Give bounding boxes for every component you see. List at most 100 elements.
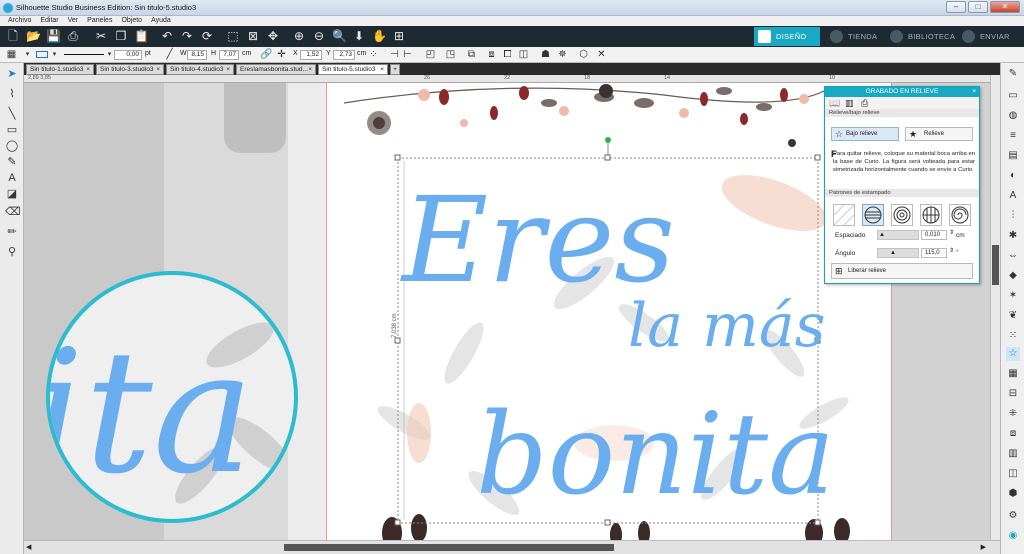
scroll-left-icon[interactable]: ◀ bbox=[26, 543, 31, 551]
scroll-right-icon[interactable]: ▶ bbox=[981, 543, 986, 551]
line-style-icon[interactable]: ≡ bbox=[1006, 129, 1020, 143]
menu-ver[interactable]: Ver bbox=[68, 16, 79, 26]
x-input[interactable]: 1,52 bbox=[300, 50, 322, 60]
pattern-grid-option[interactable] bbox=[920, 204, 942, 226]
layers-icon[interactable]: ▦ bbox=[1006, 367, 1020, 381]
pattern-rings-option[interactable] bbox=[891, 204, 913, 226]
chevron-down-icon[interactable]: ▾ bbox=[49, 49, 60, 60]
doc-tab[interactable]: Sin titulo-3.studio3 × bbox=[96, 64, 164, 75]
horizontal-scroll-thumb[interactable] bbox=[284, 544, 614, 551]
page-setup-icon[interactable]: ▭ bbox=[1006, 89, 1020, 103]
undo-icon[interactable]: ↶ bbox=[160, 29, 174, 43]
height-input[interactable]: 7,07 bbox=[219, 50, 239, 60]
offset-star-icon[interactable]: ✵ bbox=[557, 49, 568, 60]
doc-tab-active[interactable]: Sin titulo-5.studio3 × bbox=[318, 64, 388, 75]
menu-archivo[interactable]: Archivo bbox=[8, 16, 31, 26]
close-button[interactable]: ✕ bbox=[990, 1, 1020, 13]
doc-tab[interactable]: Sin titulo-1.studio3 × bbox=[26, 64, 94, 75]
emboss-star-icon[interactable]: ☆ bbox=[1006, 347, 1020, 361]
panel-close-icon[interactable]: × bbox=[972, 87, 976, 97]
select-pts-icon[interactable]: ✥ bbox=[266, 29, 280, 43]
doc-tab[interactable]: Sin titulo-4.studio3 × bbox=[166, 64, 234, 75]
pattern-lines-option[interactable] bbox=[862, 204, 884, 226]
polygon-icon[interactable]: ✎ bbox=[5, 155, 19, 169]
palette-icon[interactable]: ◍ bbox=[1006, 109, 1020, 123]
transform-icon[interactable]: ⇔ bbox=[1006, 249, 1020, 263]
horizontal-scrollbar[interactable]: ◀ ▶ bbox=[24, 540, 1000, 554]
print-icon[interactable]: ⎙ bbox=[66, 29, 80, 43]
espaciado-input[interactable]: 0,010 bbox=[921, 230, 947, 240]
relieve-button[interactable]: ★ Relieve bbox=[905, 127, 973, 141]
line-tool-icon[interactable]: ╱ bbox=[164, 49, 175, 60]
arrange-front-icon[interactable]: ⧠ bbox=[502, 49, 513, 60]
save-icon[interactable]: 💾 bbox=[46, 29, 61, 43]
angulo-slider[interactable]: ▲ bbox=[877, 248, 919, 258]
align-icon[interactable]: ⫶ bbox=[1006, 209, 1020, 223]
center-icon[interactable]: ⊣ bbox=[389, 49, 400, 60]
move-cross-icon[interactable]: ✛ bbox=[276, 49, 287, 60]
pencil-icon[interactable]: ✏ bbox=[5, 225, 19, 239]
zoom-in-icon[interactable]: ⊕ bbox=[292, 29, 306, 43]
delete-x-icon[interactable]: ✕ bbox=[596, 49, 607, 60]
sketch-icon[interactable]: ⁙ bbox=[1006, 329, 1020, 343]
line-color-swatch[interactable] bbox=[36, 51, 48, 58]
flip-icon[interactable]: ⊢ bbox=[402, 49, 413, 60]
trace-icon[interactable]: ❦ bbox=[1006, 309, 1020, 323]
zoom-select-icon[interactable]: 🔍 bbox=[332, 29, 347, 43]
paste-icon[interactable]: 📋 bbox=[134, 29, 149, 43]
menu-paneles[interactable]: Paneles bbox=[87, 16, 112, 26]
select-all-icon[interactable]: ⬚ bbox=[226, 29, 240, 43]
compound-icon[interactable]: ⧉ bbox=[466, 49, 477, 60]
arrange-back-icon[interactable]: ◫ bbox=[518, 49, 529, 60]
ellipse-icon[interactable]: ◯ bbox=[5, 139, 19, 153]
shape-paint-icon[interactable]: ✎ bbox=[1006, 67, 1020, 81]
rectangle-icon[interactable]: ▭ bbox=[5, 123, 19, 137]
y-input[interactable]: 2,73 bbox=[333, 50, 355, 60]
knife-icon[interactable]: ⌫ bbox=[5, 205, 21, 219]
vertical-scrollbar[interactable] bbox=[990, 75, 1000, 540]
library-shapes-icon[interactable]: ▥ bbox=[1006, 447, 1020, 461]
emboss-print-icon[interactable]: ⎙ bbox=[861, 98, 868, 109]
pixscan-icon[interactable]: ◫ bbox=[1006, 467, 1020, 481]
pattern-none-option[interactable] bbox=[833, 204, 855, 226]
3d-box-icon[interactable]: ⬡ bbox=[578, 49, 589, 60]
weld-icon[interactable]: ☗ bbox=[540, 49, 551, 60]
lock-aspect-icon[interactable]: 🔗 bbox=[260, 49, 272, 60]
new-tab-button[interactable]: + bbox=[390, 64, 400, 75]
nesting-icon[interactable]: ⊟ bbox=[1006, 387, 1020, 401]
tab-enviar[interactable]: ENVIAR bbox=[958, 27, 1020, 46]
add-page-icon[interactable]: ⊞ bbox=[392, 29, 406, 43]
fit-page-icon[interactable]: ⬇ bbox=[352, 29, 366, 43]
ungroup-icon[interactable]: ◳ bbox=[445, 49, 456, 60]
release-icon[interactable]: ⧈ bbox=[486, 49, 497, 60]
replicate-icon[interactable]: ✱ bbox=[1006, 229, 1020, 243]
line-width-input[interactable]: 0,00 bbox=[114, 50, 142, 60]
redo-icon[interactable]: ↷ bbox=[180, 29, 194, 43]
help-icon[interactable]: ◉ bbox=[1006, 529, 1020, 543]
text-style-icon[interactable]: A bbox=[1006, 189, 1020, 203]
tab-tienda[interactable]: TIENDA bbox=[826, 27, 884, 46]
spinner-icon[interactable]: ⇕ bbox=[949, 247, 954, 254]
fill-pattern-icon[interactable]: ▤ bbox=[1006, 149, 1020, 163]
zoom-out-icon[interactable]: ⊖ bbox=[312, 29, 326, 43]
refresh-icon[interactable]: ⟳ bbox=[200, 29, 214, 43]
align-grid-icon[interactable]: ⁘ bbox=[368, 49, 379, 60]
settings-gear-icon[interactable]: ⚙ bbox=[1006, 509, 1020, 523]
text-icon[interactable]: A bbox=[5, 171, 19, 185]
weld-tool-icon[interactable]: ⬢ bbox=[1006, 487, 1020, 501]
tab-biblioteca[interactable]: BIBLIOTECA bbox=[886, 27, 955, 46]
menu-ayuda[interactable]: Ayuda bbox=[151, 16, 171, 26]
rhinestone-icon[interactable]: ⁜ bbox=[1006, 407, 1020, 421]
emboss-book-icon[interactable]: 📖 bbox=[829, 98, 840, 109]
gradient-icon[interactable]: ◐ bbox=[1006, 169, 1020, 183]
cut-icon[interactable]: ✂ bbox=[94, 29, 108, 43]
spinner-icon[interactable]: ⇕ bbox=[949, 229, 954, 236]
bajo-relieve-button[interactable]: ☆ Bajo relieve bbox=[831, 127, 899, 141]
angulo-input[interactable]: 115,0 bbox=[921, 248, 947, 258]
group-icon[interactable]: ◰ bbox=[425, 49, 436, 60]
pan-hand-icon[interactable]: ✋ bbox=[372, 29, 387, 43]
new-file-icon[interactable]: 🗋 bbox=[6, 29, 20, 43]
select-arrow-icon[interactable]: ➤ bbox=[5, 67, 19, 81]
menu-editar[interactable]: Editar bbox=[40, 16, 58, 26]
menu-objeto[interactable]: Objeto bbox=[121, 16, 142, 26]
